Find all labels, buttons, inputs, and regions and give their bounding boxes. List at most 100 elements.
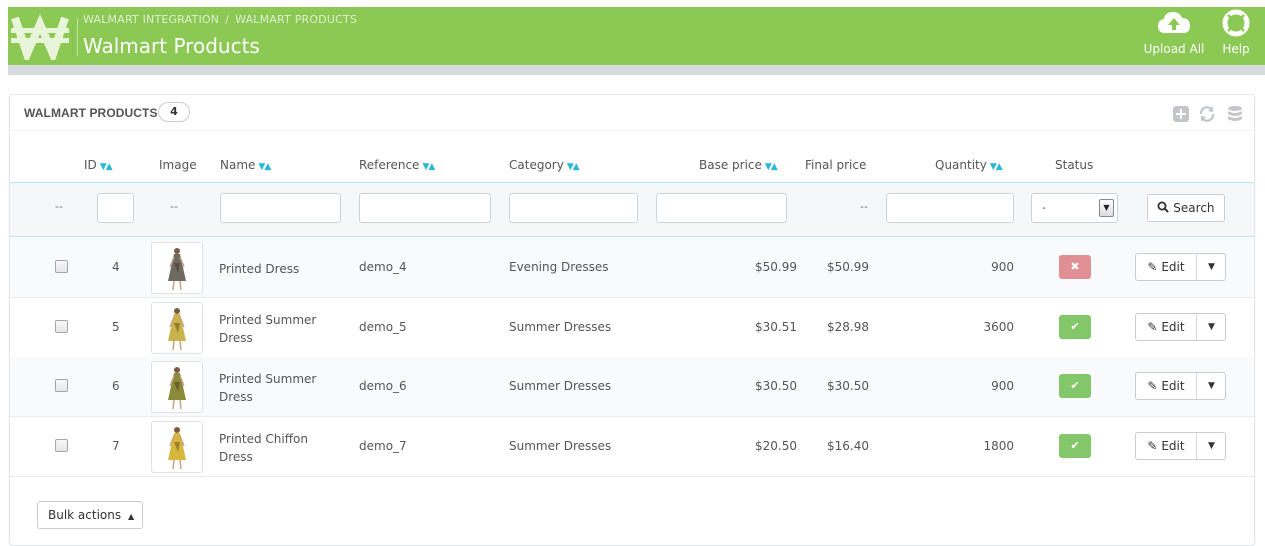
product-name-line: Printed Chiffon: [219, 432, 308, 446]
product-name: Printed Summer Dress: [219, 311, 316, 347]
panel-heading: WALMART PRODUCTS 4: [10, 95, 1254, 131]
edit-button[interactable]: ✎ Edit: [1136, 314, 1197, 340]
bulk-actions-button[interactable]: Bulk actions ▲: [37, 501, 143, 529]
caret-down-icon: ▼: [1208, 381, 1215, 391]
add-icon[interactable]: [1172, 105, 1190, 123]
row-actions-dropdown[interactable]: ▼: [1198, 254, 1225, 280]
column-category-label: Category: [509, 158, 564, 172]
edit-button[interactable]: ✎ Edit: [1136, 373, 1197, 399]
product-quantity: 3600: [983, 320, 1014, 334]
upload-all-button[interactable]: Upload All: [1140, 9, 1208, 56]
product-name-line: Dress: [219, 390, 253, 404]
filter-name-input[interactable]: [220, 193, 341, 223]
product-name-line: Dress: [219, 331, 253, 345]
table-row[interactable]: 7 Printed Chiffon Dress demo_7 Summer Dr…: [10, 417, 1254, 477]
row-checkbox[interactable]: [55, 379, 68, 392]
filter-category-input[interactable]: [509, 193, 638, 223]
column-reference: Reference ▼▲: [359, 158, 435, 172]
column-base-price-label: Base price: [699, 158, 762, 172]
sort-arrows-icon[interactable]: ▼▲: [567, 162, 580, 172]
product-thumbnail: [151, 242, 203, 294]
dress-image-icon: [168, 248, 186, 291]
product-name: Printed Chiffon Dress: [219, 430, 308, 466]
pencil-icon: ✎: [1147, 379, 1158, 393]
edit-label: Edit: [1161, 260, 1185, 274]
column-final-price: Final price: [805, 158, 867, 172]
column-id: ID ▼▲: [84, 158, 113, 172]
help-label: Help: [1222, 42, 1250, 56]
edit-label: Edit: [1161, 439, 1185, 453]
status-toggle[interactable]: ✖: [1059, 255, 1091, 279]
dress-image-icon: [168, 308, 186, 351]
column-image: Image: [159, 158, 197, 172]
product-name-line: Printed Summer: [219, 372, 317, 386]
refresh-icon[interactable]: [1198, 105, 1216, 123]
row-id: 4: [112, 260, 120, 274]
product-quantity: 900: [991, 260, 1014, 274]
filter-quantity-input[interactable]: [886, 193, 1014, 223]
product-category: Summer Dresses: [509, 320, 612, 334]
product-base-price: $20.50: [755, 439, 797, 453]
product-name-line: Printed Dress: [219, 262, 300, 276]
edit-button[interactable]: ✎ Edit: [1136, 254, 1197, 280]
edit-button[interactable]: ✎ Edit: [1136, 433, 1197, 459]
product-quantity: 900: [991, 379, 1014, 393]
breadcrumb-item[interactable]: WALMART PRODUCTS: [235, 13, 357, 26]
sort-arrows-icon[interactable]: ▼▲: [990, 162, 1003, 172]
filter-status-value: -: [1042, 201, 1046, 214]
sort-arrows-icon[interactable]: ▼▲: [100, 162, 113, 172]
row-actions-dropdown[interactable]: ▼: [1198, 314, 1225, 340]
bulk-actions-label: Bulk actions: [48, 508, 122, 522]
product-reference: demo_6: [359, 379, 407, 393]
row-checkbox[interactable]: [55, 260, 68, 273]
caret-down-icon: ▼: [1208, 441, 1215, 451]
column-quantity: Quantity ▼▲: [935, 158, 1003, 172]
sort-arrows-icon[interactable]: ▼▲: [422, 162, 435, 172]
search-label: Search: [1173, 201, 1215, 215]
breadcrumb-item[interactable]: WALMART INTEGRATION: [83, 13, 219, 26]
product-quantity: 1800: [983, 439, 1014, 453]
product-reference: demo_4: [359, 260, 407, 274]
product-category: Evening Dresses: [509, 260, 609, 274]
row-checkbox[interactable]: [55, 320, 68, 333]
edit-label: Edit: [1161, 379, 1185, 393]
product-category: Summer Dresses: [509, 439, 612, 453]
table-row[interactable]: 5 Printed Summer Dress demo_5 Summer Dre…: [10, 298, 1254, 358]
help-button[interactable]: Help: [1216, 9, 1256, 56]
row-actions-dropdown[interactable]: ▼: [1198, 373, 1225, 399]
upload-all-label: Upload All: [1143, 42, 1205, 56]
filter-base-price-input[interactable]: [656, 193, 787, 223]
search-button[interactable]: Search: [1147, 194, 1225, 222]
row-checkbox[interactable]: [55, 439, 68, 452]
row-id: 6: [112, 379, 120, 393]
table-row[interactable]: 4 Printed Dress demo_4 Evening Dresses $…: [10, 238, 1254, 298]
column-reference-label: Reference: [359, 158, 420, 172]
database-icon[interactable]: [1226, 105, 1244, 123]
status-toggle[interactable]: ✔: [1059, 434, 1091, 458]
sort-arrows-icon[interactable]: ▼▲: [258, 162, 271, 172]
check-icon: ✔: [1070, 439, 1080, 452]
row-actions: ✎ Edit ▼: [1135, 372, 1226, 400]
row-actions-dropdown[interactable]: ▼: [1198, 433, 1225, 459]
caret-down-icon: ▼: [1208, 322, 1215, 332]
dress-image-icon: [168, 427, 186, 470]
row-id: 7: [112, 439, 120, 453]
filter-id-input[interactable]: [97, 193, 134, 223]
caret-down-icon: ▼: [1208, 262, 1215, 272]
product-name: Printed Summer Dress: [219, 370, 316, 406]
status-toggle[interactable]: ✔: [1059, 315, 1091, 339]
product-count-badge: 4: [158, 102, 190, 122]
product-thumbnail: [151, 421, 203, 473]
edit-label: Edit: [1161, 320, 1185, 334]
filter-status-select[interactable]: - ▼: [1031, 193, 1118, 223]
status-toggle[interactable]: ✔: [1059, 374, 1091, 398]
filter-placeholder: --: [55, 200, 63, 213]
product-final-price: $50.99: [827, 260, 869, 274]
page-header: WALMART INTEGRATION / WALMART PRODUCTS Wal…: [8, 7, 1265, 65]
filter-reference-input[interactable]: [359, 193, 491, 223]
table-row[interactable]: 6 Printed Summer Dress demo_6 Summer Dre…: [10, 357, 1254, 417]
pencil-icon: ✎: [1147, 320, 1158, 334]
dropdown-arrow-icon: ▼: [1099, 199, 1114, 217]
product-base-price: $30.51: [755, 320, 797, 334]
sort-arrows-icon[interactable]: ▼▲: [765, 162, 778, 172]
